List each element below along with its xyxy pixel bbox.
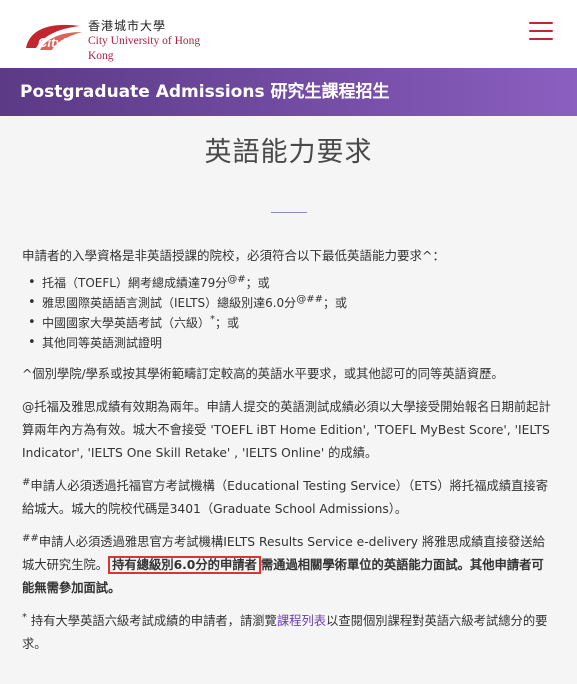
- page-title-text: 英語能力要求: [204, 137, 373, 168]
- list-item: 中國國家大學英語考試（六級）*；或: [22, 313, 555, 333]
- banner-title: Postgraduate Admissions 研究生課程招生: [20, 82, 390, 102]
- site-header: CityU 香港城市大學 City University of Hong Kon…: [0, 0, 577, 68]
- main-content: 英語能力要求 申請者的入學資格是非英語授課的院校，必須符合以下最低英語能力要求^…: [0, 116, 577, 684]
- list-item: 其他同等英語測試證明: [22, 333, 555, 353]
- note-toefl-ets: #申請人必須透過托福官方考試機構（Educational Testing Ser…: [22, 476, 549, 516]
- intro-text: 申請者的入學資格是非英語授課的院校，必須符合以下最低英語能力要求^：: [22, 248, 445, 263]
- note-caret: ^個別學院/學系或按其學術範疇訂定較高的英語水平要求，或其他認可的同等英語資歷。: [22, 367, 504, 381]
- cityu-logo[interactable]: CityU 香港城市大學 City University of Hong Kon…: [22, 18, 218, 62]
- section-banner: Postgraduate Admissions 研究生課程招生: [0, 68, 577, 116]
- logo-text: 香港城市大學 City University of Hong Kong: [88, 18, 218, 64]
- note-cet6: * 持有大學英語六級考試成績的申請者，請瀏覽課程列表以查閱個別課程對英語六級考試…: [22, 611, 548, 651]
- title-divider: [270, 212, 307, 213]
- note-ielts-delivery: ##申請人必須透過雅思官方考試機構IELTS Results Service e…: [22, 532, 545, 595]
- list-item: 雅思國際英語語言測試（IELTS）總級別達6.0分@##；或: [22, 293, 555, 313]
- page-title: 英語能力要求: [22, 116, 555, 172]
- hamburger-menu-icon[interactable]: [529, 22, 553, 44]
- requirements-list: 托福（TOEFL）網考總成績達79分@#；或 雅思國際英語語言測試（IELTS）…: [22, 273, 555, 353]
- cityu-logo-mark: CityU: [26, 24, 82, 50]
- logo-english-name: City University of Hong Kong: [88, 35, 201, 62]
- note-validity: @托福及雅思成績有效期為兩年。申請人提交的英語測試成績必須以大學接受開始報名日期…: [22, 400, 551, 460]
- logo-mark-text: CityU: [38, 35, 73, 50]
- list-item: 托福（TOEFL）網考總成績達79分@#；或: [22, 273, 555, 293]
- logo-chinese-name: 香港城市大學: [88, 19, 167, 33]
- programme-list-link[interactable]: 課程列表: [277, 614, 326, 628]
- highlighted-requirement: 持有總級別6.0分的申請者: [108, 556, 261, 574]
